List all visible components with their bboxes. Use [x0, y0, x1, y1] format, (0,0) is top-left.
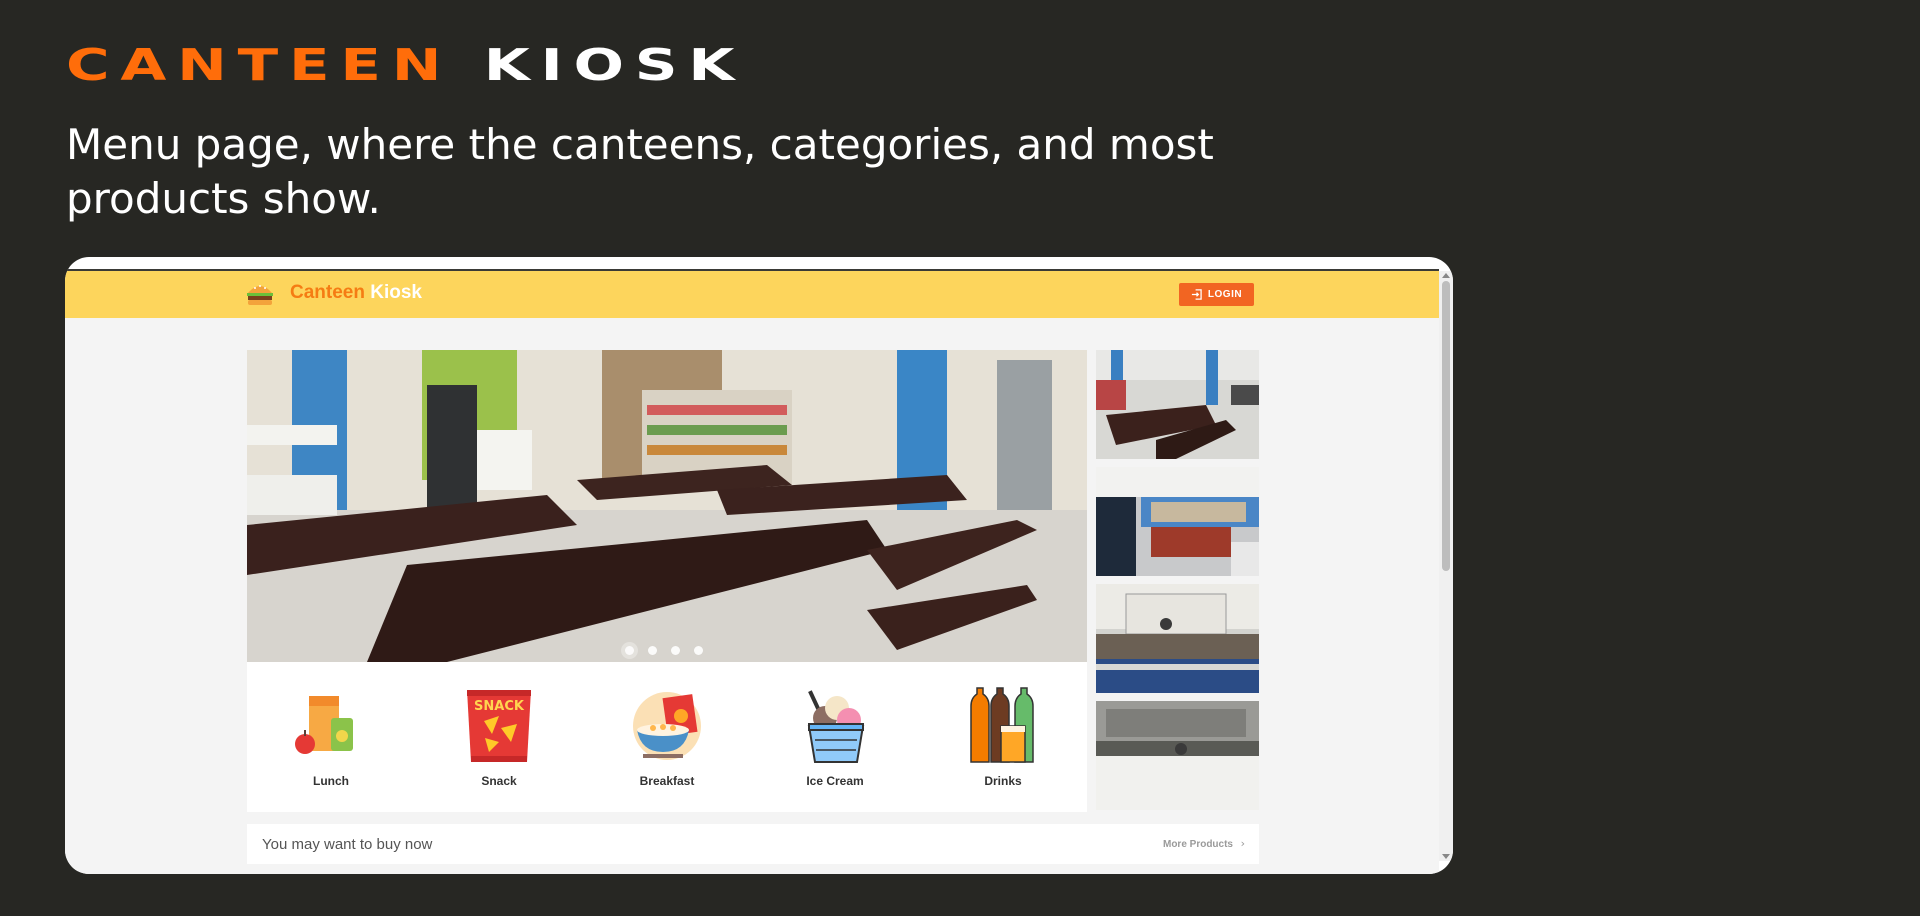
- canteen-thumbnail-2[interactable]: [1096, 467, 1259, 576]
- app-logo-text[interactable]: Canteen Kiosk: [290, 282, 422, 304]
- category-list: Lunch SNACK Snack Breakfast Ice Cream Dr…: [247, 662, 1087, 812]
- category-breakfast[interactable]: Breakfast: [612, 686, 722, 788]
- page-scrollbar[interactable]: [1439, 271, 1453, 861]
- scroll-up-icon[interactable]: [1442, 273, 1450, 278]
- category-label: Breakfast: [639, 774, 695, 788]
- scrollbar-thumb[interactable]: [1442, 281, 1450, 571]
- category-label: Drinks: [984, 774, 1022, 788]
- carousel-dot-4[interactable]: [694, 646, 703, 655]
- scroll-down-icon[interactable]: [1442, 854, 1450, 859]
- drinks-icon: [970, 687, 1034, 763]
- carousel-dot-1[interactable]: [625, 646, 634, 655]
- lunch-icon: [295, 696, 353, 754]
- hero-brand-title: CANTEEN KIOSK: [66, 44, 745, 88]
- carousel-dots: [625, 646, 703, 655]
- category-ice-cream[interactable]: Ice Cream: [780, 686, 890, 788]
- login-button[interactable]: LOGIN: [1179, 283, 1254, 306]
- logo-word-kiosk: Kiosk: [370, 282, 422, 303]
- canteen-thumbnail-3[interactable]: [1096, 584, 1259, 693]
- more-products-link[interactable]: More Products: [1163, 839, 1233, 850]
- hero-caption: Menu page, where the canteens, categorie…: [66, 120, 1214, 223]
- category-lunch[interactable]: Lunch: [276, 686, 386, 788]
- breakfast-icon: [633, 692, 701, 760]
- carousel-dot-2[interactable]: [648, 646, 657, 655]
- canteen-thumbnail-4[interactable]: [1096, 701, 1259, 810]
- app-header: Canteen Kiosk LOGIN: [65, 271, 1439, 318]
- suggestion-section: You may want to buy now More Products ›: [247, 824, 1259, 864]
- category-label: Lunch: [313, 774, 349, 788]
- login-icon: [1191, 289, 1202, 300]
- app-screenshot-frame: Canteen Kiosk LOGIN Lunch SNACK Snack Br…: [65, 257, 1453, 874]
- canteen-thumbnail-photo-3: [1096, 584, 1259, 693]
- carousel-dot-3[interactable]: [671, 646, 680, 655]
- burger-logo-icon: [247, 285, 273, 305]
- hero-brand-word-kiosk: KIOSK: [483, 40, 746, 91]
- suggestion-title: You may want to buy now: [262, 836, 433, 853]
- category-label: Ice Cream: [806, 774, 864, 788]
- ice-cream-icon: [807, 690, 865, 763]
- snack-bag-text: SNACK: [474, 699, 525, 714]
- chevron-right-icon[interactable]: ›: [1241, 837, 1245, 850]
- login-label: LOGIN: [1207, 289, 1243, 300]
- logo-word-canteen: Canteen: [290, 282, 365, 303]
- canteen-thumbnail-1[interactable]: [1096, 350, 1259, 459]
- canteen-thumbnail-photo-2: [1096, 467, 1259, 576]
- hero-brand-word-canteen: CANTEEN: [66, 40, 453, 91]
- canteen-photo: [247, 350, 1087, 662]
- canteen-carousel[interactable]: [247, 350, 1087, 662]
- menu-content: Lunch SNACK Snack Breakfast Ice Cream Dr…: [65, 318, 1439, 874]
- category-label: Snack: [481, 774, 517, 788]
- category-drinks[interactable]: Drinks: [948, 686, 1058, 788]
- category-snack[interactable]: SNACK Snack: [444, 686, 554, 788]
- canteen-thumbnail-photo-1: [1096, 350, 1259, 459]
- canteen-thumbnail-photo-4: [1096, 701, 1259, 810]
- snack-icon: SNACK: [467, 690, 531, 762]
